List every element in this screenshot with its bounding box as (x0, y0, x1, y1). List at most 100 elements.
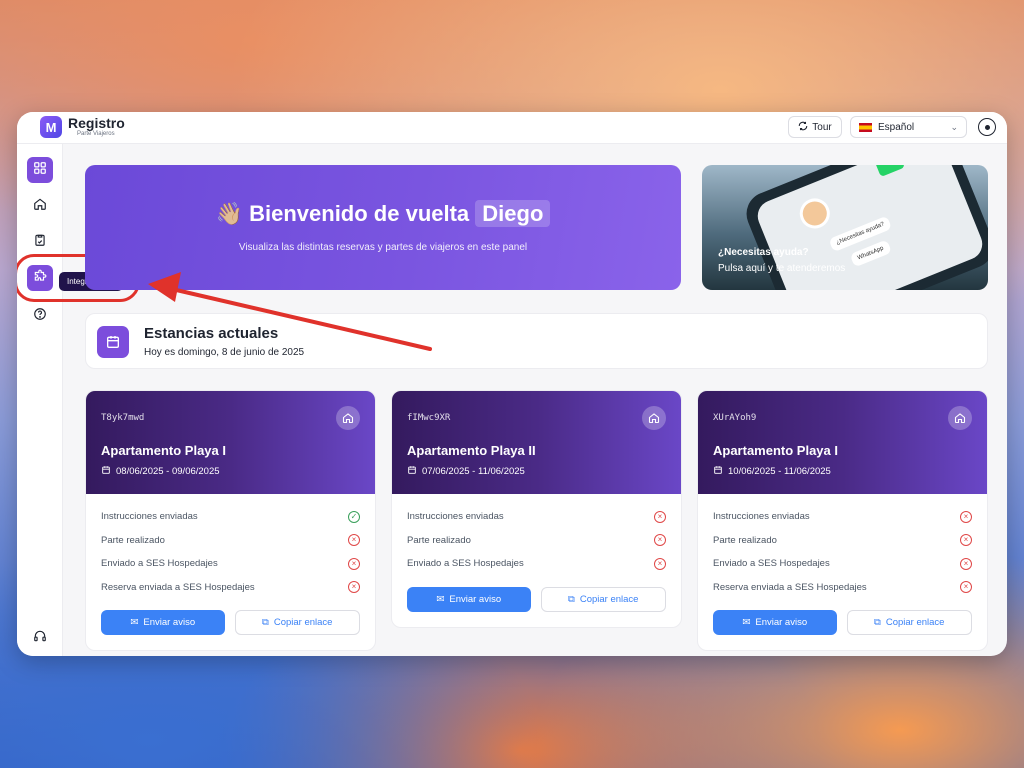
mail-icon: ✉ (130, 617, 139, 628)
status-list: Instrucciones enviadas × Parte realizado ×… (698, 494, 987, 599)
calendar-icon (97, 326, 129, 358)
x-circle-icon: × (960, 557, 972, 570)
welcome-title: 👋🏼 Bienvenido de vuelta Diego (85, 200, 681, 227)
booking-code: T8yk7mwd (101, 413, 145, 423)
home-icon[interactable] (336, 406, 360, 430)
property-name: Apartamento Playa I (713, 443, 838, 458)
clipboard-icon (33, 233, 47, 252)
status-row: Parte realizado × (713, 529, 972, 553)
mail-icon: ✉ (742, 617, 751, 628)
sidebar-item-support[interactable] (27, 625, 53, 651)
tour-button[interactable]: Tour (788, 116, 842, 138)
stay-dates: 07/06/2025 - 11/06/2025 (407, 465, 525, 478)
stays-date: Hoy es domingo, 8 de junio de 2025 (144, 347, 305, 358)
stay-card: T8yk7mwd Apartamento Playa I 08/06/2025 … (85, 390, 376, 651)
copy-label: Copiar enlace (273, 617, 333, 628)
top-bar: M Registro Parte Viajeros Tour Español ⌄ (17, 112, 1007, 144)
status-label: Reserva enviada a SES Hospedajes (713, 581, 867, 593)
help-subtitle: Pulsa aquí y te atenderemos (718, 263, 846, 274)
calendar-icon (713, 465, 723, 478)
x-circle-icon: × (960, 510, 972, 523)
status-row: Enviado a SES Hospedajes × (101, 552, 360, 576)
help-circle-icon (33, 307, 47, 326)
home-icon[interactable] (642, 406, 666, 430)
tour-label: Tour (812, 121, 832, 133)
help-card[interactable]: ¿Necesitas ayuda? WhatsApp ¿Necesitas ay… (702, 165, 988, 290)
status-label: Parte realizado (407, 534, 471, 546)
dates-text: 08/06/2025 - 09/06/2025 (116, 466, 220, 477)
status-label: Instrucciones enviadas (407, 511, 504, 523)
stays-title: Estancias actuales (144, 325, 279, 342)
card-header: XUrAYoh9 Apartamento Playa I 10/06/2025 … (698, 391, 987, 494)
help-title: ¿Necesitas ayuda? (718, 247, 809, 258)
user-account-icon[interactable] (978, 118, 996, 136)
property-name: Apartamento Playa I (101, 443, 226, 458)
x-circle-icon: × (654, 534, 666, 547)
x-circle-icon: × (654, 557, 666, 570)
status-list: Instrucciones enviadas ✓ Parte realizado ×… (86, 494, 375, 599)
status-label: Enviado a SES Hospedajes (713, 558, 830, 570)
stay-dates: 08/06/2025 - 09/06/2025 (101, 465, 220, 478)
current-stays-header: Estancias actuales Hoy es domingo, 8 de … (85, 313, 988, 369)
user-name: Diego (475, 200, 551, 227)
x-circle-icon: × (348, 557, 360, 570)
copy-label: Copiar enlace (579, 593, 639, 605)
chevron-down-icon: ⌄ (950, 122, 958, 132)
copy-icon: ⧉ (262, 617, 269, 628)
status-row: Parte realizado × (101, 529, 360, 553)
sidebar-item-help[interactable] (27, 303, 53, 329)
whatsapp-bubble: WhatsApp (849, 239, 892, 268)
welcome-banner: 👋🏼 Bienvenido de vuelta Diego Visualiza … (85, 165, 681, 290)
property-name: Apartamento Playa II (407, 443, 536, 458)
stay-card: fIMwc9XR Apartamento Playa II 07/06/2025… (391, 390, 682, 628)
welcome-subtitle: Visualiza las distintas reservas y parte… (238, 242, 528, 253)
welcome-greeting: Bienvenido de vuelta (249, 201, 470, 226)
x-circle-icon: × (960, 581, 972, 594)
language-label: Español (878, 121, 915, 133)
mail-icon: ✉ (436, 593, 445, 605)
status-row: Instrucciones enviadas ✓ (101, 505, 360, 529)
copy-link-button[interactable]: ⧉ Copiar enlace (234, 610, 360, 635)
whatsapp-icon (873, 165, 906, 178)
booking-code: XUrAYoh9 (713, 413, 757, 423)
sidebar-item-dashboard[interactable] (27, 157, 53, 183)
status-row: Instrucciones enviadas × (407, 505, 666, 529)
copy-link-button[interactable]: ⧉ Copiar enlace (846, 610, 972, 635)
stay-card: XUrAYoh9 Apartamento Playa I 10/06/2025 … (697, 390, 988, 651)
status-label: Instrucciones enviadas (713, 511, 810, 523)
grid-icon (33, 161, 47, 180)
language-select[interactable]: Español ⌄ (850, 116, 967, 138)
status-list: Instrucciones enviadas × Parte realizado ×… (392, 494, 681, 576)
send-notice-button[interactable]: ✉ Enviar aviso (407, 586, 531, 612)
home-icon[interactable] (948, 406, 972, 430)
dates-text: 07/06/2025 - 11/06/2025 (422, 466, 525, 477)
headset-icon (33, 629, 47, 648)
app-window: M Registro Parte Viajeros Tour Español ⌄ (17, 112, 1007, 656)
calendar-icon (407, 465, 417, 478)
send-label: Enviar aviso (755, 617, 808, 628)
sidebar-item-documents[interactable] (27, 229, 53, 255)
status-row: Reserva enviada a SES Hospedajes × (101, 576, 360, 600)
send-notice-button[interactable]: ✉ Enviar aviso (713, 610, 837, 635)
check-circle-icon: ✓ (348, 510, 360, 523)
status-row: Parte realizado × (407, 529, 666, 553)
copy-icon: ⧉ (874, 617, 881, 628)
x-circle-icon: × (348, 581, 360, 594)
sidebar-item-home[interactable] (27, 193, 53, 219)
x-circle-icon: × (960, 534, 972, 547)
send-label: Enviar aviso (449, 593, 502, 605)
copy-label: Copiar enlace (885, 617, 945, 628)
card-header: T8yk7mwd Apartamento Playa I 08/06/2025 … (86, 391, 375, 494)
avatar (795, 193, 835, 234)
copy-link-button[interactable]: ⧉ Copiar enlace (540, 586, 666, 612)
send-notice-button[interactable]: ✉ Enviar aviso (101, 610, 225, 635)
calendar-icon (101, 465, 111, 478)
status-label: Reserva enviada a SES Hospedajes (101, 581, 255, 593)
wave-emoji: 👋🏼 (215, 201, 243, 226)
dates-text: 10/06/2025 - 11/06/2025 (728, 466, 831, 477)
status-label: Enviado a SES Hospedajes (407, 558, 524, 570)
booking-code: fIMwc9XR (407, 413, 451, 423)
card-header: fIMwc9XR Apartamento Playa II 07/06/2025… (392, 391, 681, 494)
app-logo[interactable]: M (40, 116, 62, 138)
stay-dates: 10/06/2025 - 11/06/2025 (713, 465, 831, 478)
